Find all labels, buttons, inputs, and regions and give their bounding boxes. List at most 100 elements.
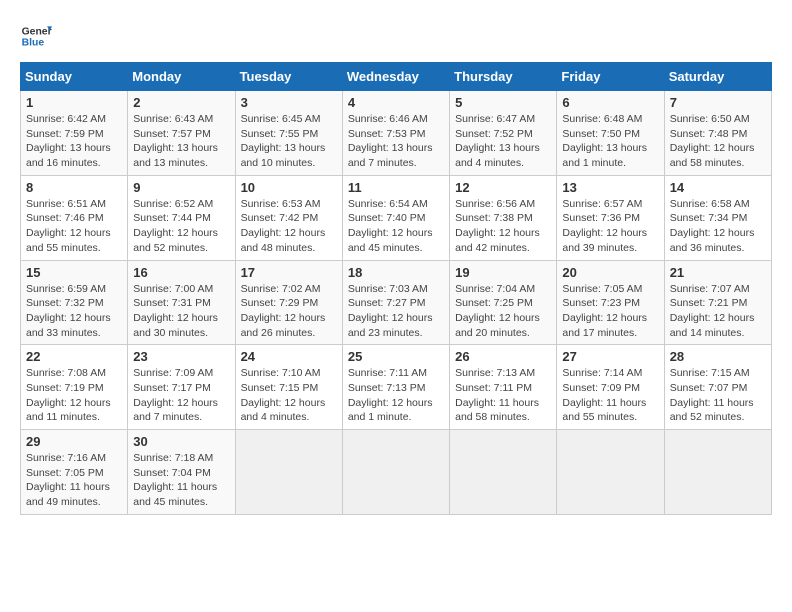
calendar-day-cell: 4 Sunrise: 6:46 AM Sunset: 7:53 PM Daylig… [342, 91, 449, 176]
calendar-day-cell: 6 Sunrise: 6:48 AM Sunset: 7:50 PM Daylig… [557, 91, 664, 176]
day-detail: Sunrise: 7:16 AM Sunset: 7:05 PM Dayligh… [26, 451, 122, 510]
day-detail: Sunrise: 7:09 AM Sunset: 7:17 PM Dayligh… [133, 366, 229, 425]
day-detail: Sunrise: 7:04 AM Sunset: 7:25 PM Dayligh… [455, 282, 551, 341]
calendar-day-cell: 27 Sunrise: 7:14 AM Sunset: 7:09 PM Dayli… [557, 345, 664, 430]
calendar-day-cell [235, 430, 342, 515]
calendar-day-cell: 2 Sunrise: 6:43 AM Sunset: 7:57 PM Daylig… [128, 91, 235, 176]
day-number: 3 [241, 95, 337, 110]
calendar-day-cell: 17Sunrise: 7:02 AM Sunset: 7:29 PM Dayli… [235, 260, 342, 345]
calendar-day-cell: 26Sunrise: 7:13 AM Sunset: 7:11 PM Dayli… [450, 345, 557, 430]
day-detail: Sunrise: 6:42 AM Sunset: 7:59 PM Dayligh… [26, 112, 122, 171]
calendar-day-cell: 16 Sunrise: 7:00 AM Sunset: 7:31 PM Dayli… [128, 260, 235, 345]
calendar-day-cell: 28Sunrise: 7:15 AM Sunset: 7:07 PM Dayli… [664, 345, 771, 430]
calendar-body: 1 Sunrise: 6:42 AM Sunset: 7:59 PM Daylig… [21, 91, 772, 515]
svg-text:General: General [22, 26, 52, 37]
day-detail: Sunrise: 7:18 AM Sunset: 7:04 PM Dayligh… [133, 451, 229, 510]
day-detail: Sunrise: 7:14 AM Sunset: 7:09 PM Dayligh… [562, 366, 658, 425]
day-detail: Sunrise: 7:10 AM Sunset: 7:15 PM Dayligh… [241, 366, 337, 425]
calendar-header-row: SundayMondayTuesdayWednesdayThursdayFrid… [21, 63, 772, 91]
calendar-day-cell: 29Sunrise: 7:16 AM Sunset: 7:05 PM Dayli… [21, 430, 128, 515]
day-detail: Sunrise: 7:03 AM Sunset: 7:27 PM Dayligh… [348, 282, 444, 341]
day-number: 16 [133, 265, 229, 280]
day-detail: Sunrise: 6:47 AM Sunset: 7:52 PM Dayligh… [455, 112, 551, 171]
calendar-day-cell: 10Sunrise: 6:53 AM Sunset: 7:42 PM Dayli… [235, 175, 342, 260]
day-detail: Sunrise: 6:48 AM Sunset: 7:50 PM Dayligh… [562, 112, 658, 171]
calendar-day-cell: 8 Sunrise: 6:51 AM Sunset: 7:46 PM Daylig… [21, 175, 128, 260]
day-detail: Sunrise: 6:57 AM Sunset: 7:36 PM Dayligh… [562, 197, 658, 256]
day-detail: Sunrise: 6:43 AM Sunset: 7:57 PM Dayligh… [133, 112, 229, 171]
calendar-day-cell: 20 Sunrise: 7:05 AM Sunset: 7:23 PM Dayli… [557, 260, 664, 345]
day-number: 22 [26, 349, 122, 364]
day-number: 30 [133, 434, 229, 449]
day-number: 14 [670, 180, 766, 195]
calendar-day-cell: 11Sunrise: 6:54 AM Sunset: 7:40 PM Dayli… [342, 175, 449, 260]
day-number: 27 [562, 349, 658, 364]
calendar-day-cell: 30 Sunrise: 7:18 AM Sunset: 7:04 PM Dayli… [128, 430, 235, 515]
svg-text:Blue: Blue [22, 38, 45, 49]
weekday-header: Saturday [664, 63, 771, 91]
calendar-week-row: 29Sunrise: 7:16 AM Sunset: 7:05 PM Dayli… [21, 430, 772, 515]
day-number: 2 [133, 95, 229, 110]
day-detail: Sunrise: 6:45 AM Sunset: 7:55 PM Dayligh… [241, 112, 337, 171]
day-detail: Sunrise: 7:00 AM Sunset: 7:31 PM Dayligh… [133, 282, 229, 341]
day-detail: Sunrise: 6:51 AM Sunset: 7:46 PM Dayligh… [26, 197, 122, 256]
day-number: 5 [455, 95, 551, 110]
day-detail: Sunrise: 6:50 AM Sunset: 7:48 PM Dayligh… [670, 112, 766, 171]
day-number: 13 [562, 180, 658, 195]
day-detail: Sunrise: 6:56 AM Sunset: 7:38 PM Dayligh… [455, 197, 551, 256]
day-number: 23 [133, 349, 229, 364]
weekday-header: Tuesday [235, 63, 342, 91]
logo: General Blue [20, 20, 56, 52]
calendar-day-cell: 7 Sunrise: 6:50 AM Sunset: 7:48 PM Daylig… [664, 91, 771, 176]
calendar-day-cell: 18 Sunrise: 7:03 AM Sunset: 7:27 PM Dayli… [342, 260, 449, 345]
day-number: 18 [348, 265, 444, 280]
day-number: 24 [241, 349, 337, 364]
day-detail: Sunrise: 7:05 AM Sunset: 7:23 PM Dayligh… [562, 282, 658, 341]
calendar-week-row: 22 Sunrise: 7:08 AM Sunset: 7:19 PM Dayli… [21, 345, 772, 430]
calendar-day-cell: 19 Sunrise: 7:04 AM Sunset: 7:25 PM Dayli… [450, 260, 557, 345]
calendar-day-cell [342, 430, 449, 515]
weekday-header: Sunday [21, 63, 128, 91]
calendar-day-cell: 13 Sunrise: 6:57 AM Sunset: 7:36 PM Dayli… [557, 175, 664, 260]
calendar-day-cell [450, 430, 557, 515]
calendar-week-row: 1 Sunrise: 6:42 AM Sunset: 7:59 PM Daylig… [21, 91, 772, 176]
day-number: 15 [26, 265, 122, 280]
weekday-header: Friday [557, 63, 664, 91]
day-detail: Sunrise: 7:07 AM Sunset: 7:21 PM Dayligh… [670, 282, 766, 341]
weekday-header: Wednesday [342, 63, 449, 91]
day-number: 6 [562, 95, 658, 110]
calendar-day-cell: 14Sunrise: 6:58 AM Sunset: 7:34 PM Dayli… [664, 175, 771, 260]
day-number: 10 [241, 180, 337, 195]
calendar-day-cell: 25Sunrise: 7:11 AM Sunset: 7:13 PM Dayli… [342, 345, 449, 430]
weekday-header: Thursday [450, 63, 557, 91]
day-detail: Sunrise: 7:15 AM Sunset: 7:07 PM Dayligh… [670, 366, 766, 425]
day-detail: Sunrise: 7:13 AM Sunset: 7:11 PM Dayligh… [455, 366, 551, 425]
day-number: 11 [348, 180, 444, 195]
calendar-day-cell: 24 Sunrise: 7:10 AM Sunset: 7:15 PM Dayli… [235, 345, 342, 430]
day-detail: Sunrise: 6:52 AM Sunset: 7:44 PM Dayligh… [133, 197, 229, 256]
day-detail: Sunrise: 6:59 AM Sunset: 7:32 PM Dayligh… [26, 282, 122, 341]
day-number: 8 [26, 180, 122, 195]
calendar-day-cell: 23 Sunrise: 7:09 AM Sunset: 7:17 PM Dayli… [128, 345, 235, 430]
day-detail: Sunrise: 6:46 AM Sunset: 7:53 PM Dayligh… [348, 112, 444, 171]
calendar-day-cell [664, 430, 771, 515]
day-detail: Sunrise: 7:02 AM Sunset: 7:29 PM Dayligh… [241, 282, 337, 341]
day-number: 4 [348, 95, 444, 110]
day-number: 12 [455, 180, 551, 195]
calendar-day-cell [557, 430, 664, 515]
calendar-table: SundayMondayTuesdayWednesdayThursdayFrid… [20, 62, 772, 515]
day-number: 19 [455, 265, 551, 280]
day-number: 1 [26, 95, 122, 110]
calendar-day-cell: 15 Sunrise: 6:59 AM Sunset: 7:32 PM Dayli… [21, 260, 128, 345]
day-number: 20 [562, 265, 658, 280]
calendar-day-cell: 12 Sunrise: 6:56 AM Sunset: 7:38 PM Dayli… [450, 175, 557, 260]
calendar-week-row: 8 Sunrise: 6:51 AM Sunset: 7:46 PM Daylig… [21, 175, 772, 260]
calendar-week-row: 15 Sunrise: 6:59 AM Sunset: 7:32 PM Dayli… [21, 260, 772, 345]
day-detail: Sunrise: 7:08 AM Sunset: 7:19 PM Dayligh… [26, 366, 122, 425]
day-number: 9 [133, 180, 229, 195]
calendar-day-cell: 5 Sunrise: 6:47 AM Sunset: 7:52 PM Daylig… [450, 91, 557, 176]
day-number: 25 [348, 349, 444, 364]
weekday-header: Monday [128, 63, 235, 91]
day-number: 7 [670, 95, 766, 110]
calendar-day-cell: 9 Sunrise: 6:52 AM Sunset: 7:44 PM Daylig… [128, 175, 235, 260]
